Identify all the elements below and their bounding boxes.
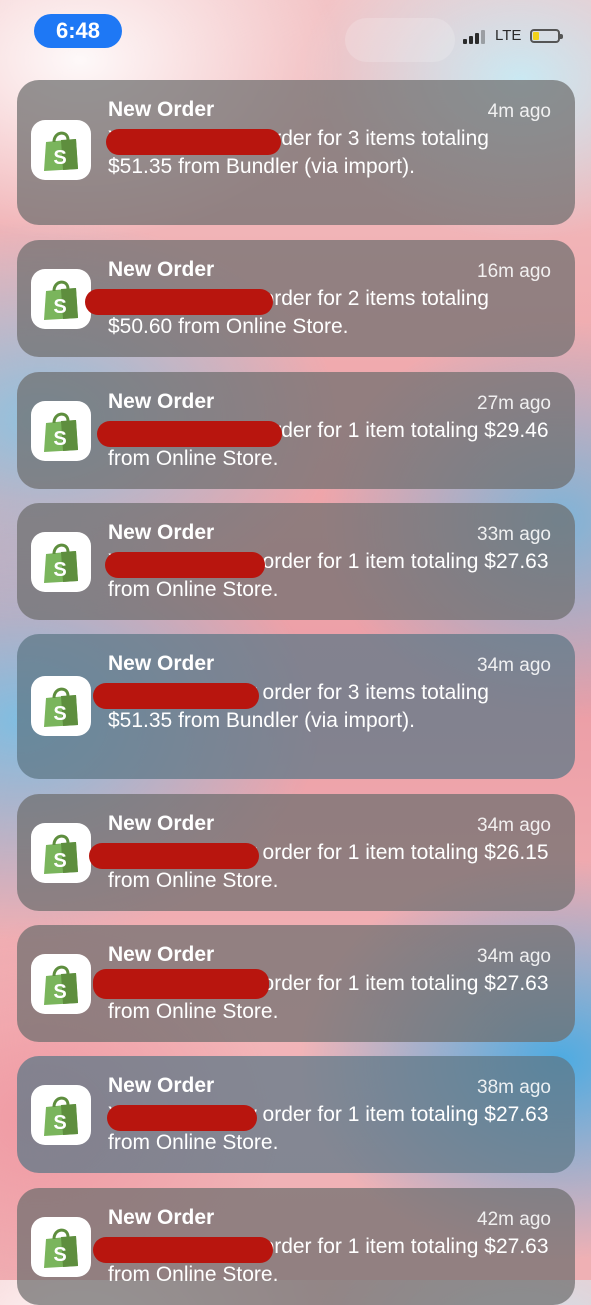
redaction-mark	[93, 683, 259, 709]
svg-text:S: S	[53, 1244, 66, 1266]
notification-card[interactable]: S New Order 27m ago You have a new order…	[17, 372, 575, 489]
shopify-bag-icon: S	[31, 532, 91, 592]
notification-time: 42m ago	[477, 1209, 551, 1230]
shopify-bag-icon: S	[31, 954, 91, 1014]
redaction-mark	[105, 552, 265, 578]
redaction-mark	[93, 1237, 273, 1263]
notification-time: 4m ago	[487, 101, 551, 122]
svg-text:S: S	[53, 850, 66, 872]
notification-title: New Order	[108, 390, 215, 413]
redaction-mark	[97, 421, 282, 447]
status-time[interactable]: 6:48	[34, 14, 122, 48]
notification-title: New Order	[108, 98, 215, 121]
notification-title: New Order	[108, 812, 215, 835]
notification-card[interactable]: S New Order 4m ago You have a new order …	[17, 80, 575, 225]
network-type: LTE	[495, 27, 522, 44]
redaction-mark	[89, 843, 259, 869]
shopify-bag-icon: S	[31, 1085, 91, 1145]
notification-card[interactable]: S New Order 34m ago You have a new order…	[17, 634, 575, 779]
notification-time: 33m ago	[477, 524, 551, 545]
svg-text:S: S	[53, 147, 66, 169]
svg-text:S: S	[53, 296, 66, 318]
redaction-mark	[107, 1105, 257, 1131]
svg-text:S: S	[53, 1112, 66, 1134]
redaction-mark	[106, 129, 281, 155]
notification-title: New Order	[108, 258, 215, 281]
dynamic-island-blur	[345, 18, 455, 62]
status-bar: 6:48 LTE	[0, 0, 591, 70]
notification-title: New Order	[108, 1074, 215, 1097]
svg-text:S: S	[53, 559, 66, 581]
notification-card[interactable]: S New Order 38m ago You have a new order…	[17, 1056, 575, 1173]
notification-card[interactable]: S New Order 34m ago You have a new order…	[17, 794, 575, 911]
notification-time: 34m ago	[477, 946, 551, 967]
cellular-signal-icon	[463, 30, 487, 44]
notification-title: New Order	[108, 521, 215, 544]
notification-card[interactable]: S New Order 34m ago You have a new order…	[17, 925, 575, 1042]
notification-card[interactable]: S New Order 16m ago You have a new order…	[17, 240, 575, 357]
redaction-mark	[93, 969, 269, 999]
notification-title: New Order	[108, 652, 215, 675]
svg-text:S: S	[53, 703, 66, 725]
svg-text:S: S	[53, 981, 66, 1003]
battery-icon	[530, 29, 563, 43]
notification-time: 38m ago	[477, 1077, 551, 1098]
battery-level	[533, 32, 539, 40]
shopify-bag-icon: S	[31, 120, 91, 180]
notification-time: 34m ago	[477, 815, 551, 836]
shopify-bag-icon: S	[31, 401, 91, 461]
notification-time: 27m ago	[477, 393, 551, 414]
redaction-mark	[85, 289, 273, 315]
notification-title: New Order	[108, 943, 215, 966]
notification-card[interactable]: S New Order 33m ago You have a new order…	[17, 503, 575, 620]
shopify-bag-icon: S	[31, 269, 91, 329]
notification-time: 34m ago	[477, 655, 551, 676]
svg-text:S: S	[53, 428, 66, 450]
notification-card[interactable]: S New Order 42m ago You have a new order…	[17, 1188, 575, 1305]
notification-time: 16m ago	[477, 261, 551, 282]
shopify-bag-icon: S	[31, 823, 91, 883]
shopify-bag-icon: S	[31, 1217, 91, 1277]
notification-title: New Order	[108, 1206, 215, 1229]
shopify-bag-icon: S	[31, 676, 91, 736]
